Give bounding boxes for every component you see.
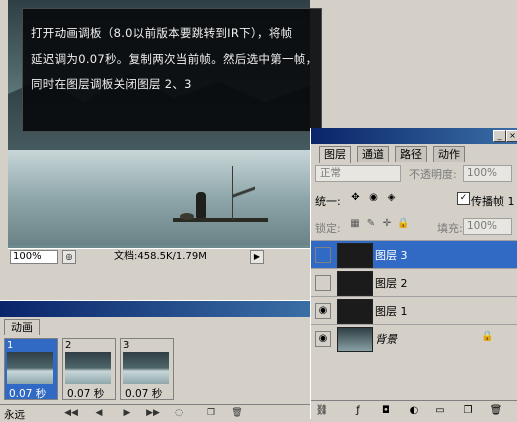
propagate-frame-checkbox[interactable]: ✓ xyxy=(457,192,470,205)
lock-all-icon[interactable]: 🔒 xyxy=(397,218,409,230)
zoom-field[interactable]: 100% xyxy=(10,250,58,264)
layer-name: 图层 2 xyxy=(375,277,408,290)
note-line-3: 同时在图层调板关闭图层 2、3 xyxy=(31,77,192,91)
frame-number: 1 xyxy=(7,340,14,351)
folder-icon[interactable]: ▭ xyxy=(433,404,447,417)
minimize-icon[interactable]: _ xyxy=(493,130,506,142)
visibility-toggle[interactable] xyxy=(315,275,331,291)
layers-tabs: 图层 通道 路径 动作 xyxy=(311,146,517,163)
layers-panel: _ × 图层 通道 路径 动作 正常 不透明度: 100% 统一: ✥ ◉ ◈ … xyxy=(310,128,517,419)
photo-net xyxy=(232,166,255,220)
layer-thumbnail xyxy=(337,327,373,352)
unify-label: 统一: xyxy=(315,195,341,208)
photo-fisherman xyxy=(196,192,206,218)
eye-icon[interactable]: ◉ xyxy=(315,331,331,347)
layer-thumbnail xyxy=(337,271,373,296)
tab-actions[interactable]: 动作 xyxy=(433,146,465,162)
frame-delay[interactable]: 0.07 秒 xyxy=(125,386,162,401)
layer-name: 图层 1 xyxy=(375,305,408,318)
frame-1[interactable]: 1 0.07 秒 xyxy=(4,338,58,400)
tutorial-note: 打开动画调板（8.0以前版本要跳转到IR下），将帧 延迟调为0.07秒。复制两次… xyxy=(22,8,322,132)
layer-row[interactable]: ◉ 背景 🔒 xyxy=(311,324,517,352)
frame-thumbnail xyxy=(123,352,169,384)
document-size-info: 文档:458.5K/1.79M xyxy=(114,251,207,262)
tab-paths[interactable]: 路径 xyxy=(395,146,427,162)
document-status-bar: 100% ◎ 文档:458.5K/1.79M ▶ xyxy=(8,248,310,265)
next-frame-icon[interactable]: ▶▶ xyxy=(146,407,160,419)
link-icon[interactable]: ⛓ xyxy=(315,404,329,417)
frame-3[interactable]: 3 0.07 秒 xyxy=(120,338,174,400)
delete-frame-icon[interactable]: 🗑 xyxy=(230,407,244,419)
visibility-toggle[interactable] xyxy=(315,247,331,263)
tab-layers[interactable]: 图层 xyxy=(319,146,351,163)
opacity-field[interactable]: 100% xyxy=(463,165,512,182)
first-frame-icon[interactable]: ◀◀ xyxy=(64,407,78,419)
tab-animation[interactable]: 动画 xyxy=(4,319,40,335)
propagate-frame-label: 传播帧 1 xyxy=(471,195,515,208)
note-line-1: 打开动画调板（8.0以前版本要跳转到IR下），将帧 xyxy=(31,26,293,40)
layer-thumbnail xyxy=(337,243,373,268)
frame-thumbnail xyxy=(65,352,111,384)
layer-thumbnail xyxy=(337,299,373,324)
opacity-label: 不透明度: xyxy=(409,168,457,181)
lock-icon: 🔒 xyxy=(481,331,494,342)
animation-panel-titlebar[interactable] xyxy=(0,301,310,317)
frame-number: 3 xyxy=(123,340,130,351)
layer-row[interactable]: ◉ 图层 1 xyxy=(311,296,517,324)
trash-icon[interactable]: 🗑 xyxy=(489,404,503,417)
layer-style-icon[interactable]: ƒ xyxy=(351,404,365,417)
photo-water xyxy=(8,150,310,245)
duplicate-frame-icon[interactable]: ❐ xyxy=(204,407,218,419)
loop-select[interactable]: 永远 xyxy=(4,407,25,422)
animation-panel: 动画 1 0.07 秒 2 0.07 秒 3 0.07 秒 永远 ◀◀ ◀ ▶ … xyxy=(0,300,310,421)
unify-position-icon[interactable]: ✥ xyxy=(349,191,362,204)
eye-icon[interactable]: ◉ xyxy=(315,303,331,319)
frame-thumbnail xyxy=(7,352,53,384)
play-icon[interactable]: ▶ xyxy=(120,407,134,419)
blend-mode-select[interactable]: 正常 xyxy=(315,165,401,182)
lock-label: 锁定: xyxy=(315,222,341,235)
close-icon[interactable]: × xyxy=(506,130,517,142)
lock-pixels-icon[interactable]: ✎ xyxy=(365,218,377,230)
layer-name: 背景 xyxy=(375,333,397,346)
lock-position-icon[interactable]: ✛ xyxy=(381,218,393,230)
layer-name: 图层 3 xyxy=(375,249,408,262)
frame-delay[interactable]: 0.07 秒 xyxy=(9,386,46,401)
mask-icon[interactable]: ◘ xyxy=(379,404,393,417)
adjustment-icon[interactable]: ◐ xyxy=(407,404,421,417)
layer-row[interactable]: 图层 2 xyxy=(311,268,517,296)
fill-field[interactable]: 100% xyxy=(463,218,512,235)
fill-label: 填充: xyxy=(437,222,463,235)
frame-delay[interactable]: 0.07 秒 xyxy=(67,386,104,401)
unify-visibility-icon[interactable]: ◉ xyxy=(367,191,380,204)
animation-controls: 永远 ◀◀ ◀ ▶ ▶▶ ◌ ❐ 🗑 xyxy=(0,404,310,421)
status-arrow-icon[interactable]: ▶ xyxy=(250,250,264,264)
tab-channels[interactable]: 通道 xyxy=(357,146,389,162)
layers-panel-titlebar[interactable]: _ × xyxy=(311,128,517,144)
layers-panel-footer: ⛓ ƒ ◘ ◐ ▭ ❐ 🗑 xyxy=(311,400,517,420)
photo-basket xyxy=(180,213,194,220)
note-line-2: 延迟调为0.07秒。复制两次当前帧。然后选中第一帧， xyxy=(31,52,318,66)
layer-row[interactable]: 图层 3 xyxy=(311,240,517,268)
status-menu-icon[interactable]: ◎ xyxy=(62,250,76,264)
frame-2[interactable]: 2 0.07 秒 xyxy=(62,338,116,400)
frame-number: 2 xyxy=(65,340,72,351)
lock-transparency-icon[interactable]: ▦ xyxy=(349,218,361,230)
unify-style-icon[interactable]: ◈ xyxy=(385,191,398,204)
new-layer-icon[interactable]: ❐ xyxy=(461,404,475,417)
previous-frame-icon[interactable]: ◀ xyxy=(92,407,106,419)
tween-icon[interactable]: ◌ xyxy=(172,407,186,419)
